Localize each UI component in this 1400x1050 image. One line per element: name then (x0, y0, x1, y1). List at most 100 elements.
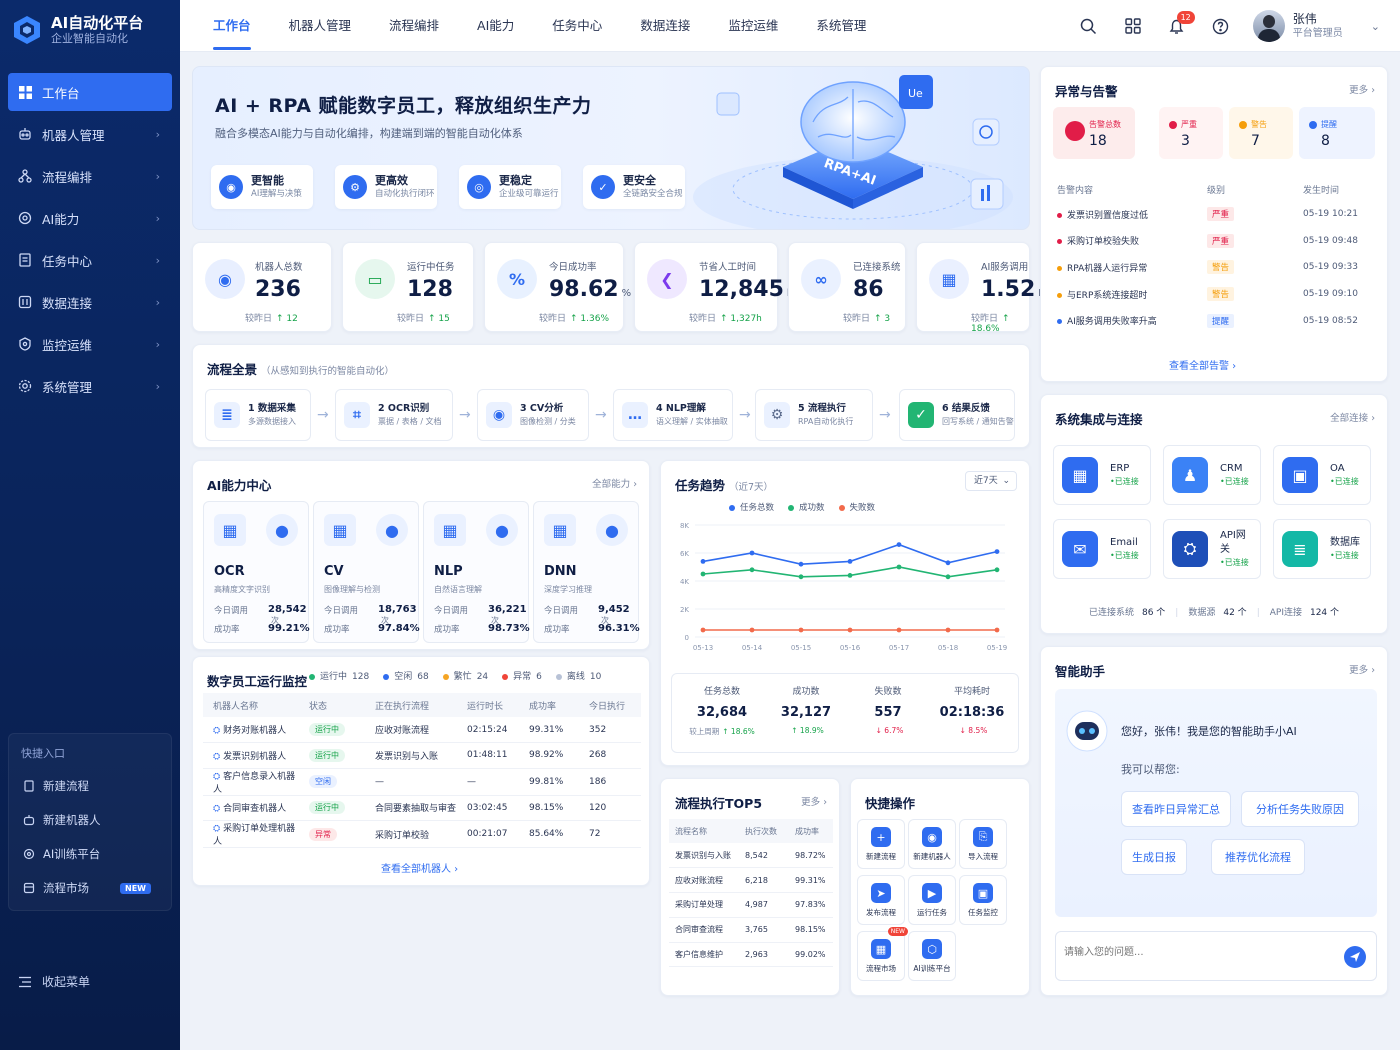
chip-recommend-optimization[interactable]: 推荐优化流程 (1211, 839, 1305, 875)
flow-step[interactable]: ✓ 6 结果反馈 回写系统 / 通知告警 (899, 389, 1015, 441)
help-icon[interactable] (1211, 16, 1231, 36)
legend-label: 运行中 (320, 672, 348, 682)
quick-op-4[interactable]: ▶ 运行任务 (908, 875, 956, 925)
trend-note: （近7天） (729, 482, 774, 493)
quick-op-3[interactable]: ➤ 发布流程 (857, 875, 905, 925)
sidebar-item-tasks[interactable]: 任务中心 › (8, 241, 172, 279)
tab-data[interactable]: 数据连接 (640, 0, 690, 52)
user-role: 平台管理员 (1292, 27, 1343, 39)
system-name: 数据库 (1330, 537, 1360, 548)
chip-yesterday-anomalies[interactable]: 查看昨日异常汇总 (1121, 791, 1231, 827)
table-row[interactable]: 合同审查流程 3,765 98.15% (669, 917, 833, 943)
alert-box[interactable]: 严重 3 (1159, 107, 1223, 159)
send-button[interactable] (1344, 946, 1366, 968)
chip-generate-report[interactable]: 生成日报 (1121, 839, 1187, 875)
alert-time: 05-19 09:10 (1303, 289, 1358, 300)
flow-step-desc: 回写系统 / 通知告警 (942, 417, 1014, 426)
tab-robots[interactable]: 机器人管理 (289, 0, 352, 52)
alert-box[interactable]: 警告 7 (1229, 107, 1293, 159)
alert-box[interactable]: 提醒 8 (1299, 107, 1375, 159)
system-oa[interactable]: ▣ OA •已连接 (1273, 445, 1371, 505)
tab-workflow[interactable]: 流程编排 (389, 0, 439, 52)
alert-row[interactable]: 采购订单校验失败 严重 05-19 09:48 (1051, 228, 1379, 255)
robot-avatar-icon (1066, 710, 1108, 752)
flow-step[interactable]: ◉ 3 CV分析 图像检测 / 分类 (477, 389, 589, 441)
flow-step[interactable]: ⌗ 2 OCR识别 票据 / 表格 / 文档 (335, 389, 453, 441)
system-crm[interactable]: ♟ CRM •已连接 (1163, 445, 1261, 505)
sidebar-item-robots[interactable]: 机器人管理 › (8, 115, 172, 153)
table-row[interactable]: ⛭ 财务对账机器人 运行中 应收对账流程 02:15:24 99.31% 352 (203, 717, 641, 744)
quick-new-workflow[interactable]: 新建流程 (9, 769, 171, 803)
system-email[interactable]: ✉ Email •已连接 (1053, 519, 1151, 579)
legend-item: 异常 6 (502, 669, 542, 682)
tab-monitor[interactable]: 监控运维 (728, 0, 778, 52)
quick-op-2[interactable]: ⎘ 导入流程 (959, 819, 1007, 869)
system-erp[interactable]: ▦ ERP •已连接 (1053, 445, 1151, 505)
table-row[interactable]: 客户信息维护 2,963 99.02% (669, 942, 833, 968)
table-row[interactable]: 发票识别与入账 8,542 98.72% (669, 843, 833, 869)
ai-capability-ocr[interactable]: ▦ ● OCR 高精度文字识别 今日调用 28,542次 成功率 99.21% (203, 501, 310, 643)
quick-op-0[interactable]: + 新建流程 (857, 819, 905, 869)
alert-row[interactable]: 发票识别置信度过低 严重 05-19 10:21 (1051, 201, 1379, 228)
scan-icon: ⌗ (344, 402, 370, 428)
robot-monitor-card: 数字员工运行监控 运行中 128 空闲 68 繁忙 24 异常 6 离线 10 机器人名称 状态 正在… (192, 656, 650, 886)
range-select[interactable]: 近7天 ⌄ (965, 471, 1017, 491)
user-menu[interactable]: 张伟 平台管理员 ⌄ (1252, 10, 1380, 42)
table-row[interactable]: 应收对账流程 6,218 99.31% (669, 867, 833, 894)
flow-step[interactable]: ≣ 1 数据采集 多源数据接入 (205, 389, 311, 441)
ai-calls-label: 今日调用 (434, 606, 469, 616)
tab-workbench[interactable]: 工作台 (213, 0, 251, 52)
table-row[interactable]: ⛭ 采购订单处理机器人 异常 采购订单校验 00:21:07 85.64% 72 (203, 820, 641, 849)
top5-more-link[interactable]: 更多 › (801, 794, 827, 808)
system-api网关[interactable]: ⛭ API网关 •已连接 (1163, 519, 1261, 579)
ai-capability-nlp[interactable]: ▦ ● NLP 自然语言理解 今日调用 36,221次 成功率 98.73% (423, 501, 530, 643)
view-all-robots-link[interactable]: 查看全部机器人 › (381, 860, 458, 875)
table-row[interactable]: ⛭ 合同审查机器人 运行中 合同要素抽取与审查 03:02:45 98.15% 120 (203, 795, 641, 822)
ai-calls-number: 9,452 (598, 604, 630, 615)
tab-tasks[interactable]: 任务中心 (552, 0, 602, 52)
integration-more-link[interactable]: 全部连接 › (1330, 410, 1375, 424)
view-all-alerts-link[interactable]: 查看全部告警 › (1169, 357, 1236, 372)
sidebar-item-workbench[interactable]: 工作台 (8, 73, 172, 111)
data-point (798, 574, 804, 580)
sidebar-item-workflow[interactable]: 流程编排 › (8, 157, 172, 195)
system-数据库[interactable]: ≣ 数据库 •已连接 (1273, 519, 1371, 579)
alert-row[interactable]: 与ERP系统连接超时 警告 05-19 09:10 (1051, 281, 1379, 308)
collapse-menu-button[interactable]: 收起菜单 (18, 973, 90, 990)
quick-workflow-market[interactable]: 流程市场 NEW (9, 871, 171, 905)
ai-more-link[interactable]: 全部能力 › (592, 476, 637, 490)
quick-ai-training[interactable]: AI训练平台 (9, 837, 171, 871)
sidebar-item-data[interactable]: 数据连接 › (8, 283, 172, 321)
trend-summary: 任务总数 32,684 较上周期 ↑ 18.6% 成功数 32,127 ↑ 18.9% 失败数… (671, 673, 1019, 753)
brand[interactable]: AI自动化平台 企业智能自动化 (0, 0, 180, 60)
quick-op-5[interactable]: ▣ 任务监控 (959, 875, 1007, 925)
sidebar-item-ai[interactable]: AI能力 › (8, 199, 172, 237)
quick-op-7[interactable]: ⬡ AI训练平台 (908, 931, 956, 981)
task-trend-card: 任务趋势 （近7天） 近7天 ⌄ 任务总数 成功数 失败数 0 2K 4K 6K 8K 05-13… (660, 460, 1030, 766)
tab-ai[interactable]: AI能力 (477, 0, 514, 52)
assistant-input[interactable] (1064, 942, 1324, 962)
quick-op-1[interactable]: ◉ 新建机器人 (908, 819, 956, 869)
table-row[interactable]: 采购订单处理 4,987 97.83% (669, 892, 833, 918)
quick-new-robot[interactable]: 新建机器人 (9, 803, 171, 837)
alert-box[interactable]: 告警总数 18 (1053, 107, 1135, 159)
ai-capability-dnn[interactable]: ▦ ● DNN 深度学习推理 今日调用 9,452次 成功率 96.31% (533, 501, 640, 643)
sidebar-item-monitor[interactable]: 监控运维 › (8, 325, 172, 363)
alert-row[interactable]: RPA机器人运行异常 警告 05-19 09:33 (1051, 254, 1379, 281)
alert-row[interactable]: AI服务调用失败率升高 提醒 05-19 08:52 (1051, 307, 1379, 334)
table-row[interactable]: ⛭ 发票识别机器人 运行中 发票识别与入账 01:48:11 98.92% 268 (203, 742, 641, 769)
quick-op-6[interactable]: ▦ 流程市场 NEW (857, 927, 908, 981)
table-row[interactable]: ⛭ 客户信息录入机器人 空闲 — —99.81% 186 (203, 768, 641, 796)
sidebar-item-system[interactable]: 系统管理 › (8, 367, 172, 405)
apps-grid-icon[interactable] (1123, 16, 1143, 36)
search-icon[interactable] (1079, 16, 1099, 36)
alerts-more-link[interactable]: 更多 › (1349, 82, 1375, 96)
bell-icon[interactable]: 12 (1167, 11, 1195, 36)
system-name: ERP (1110, 463, 1130, 474)
assistant-more-link[interactable]: 更多 › (1349, 662, 1375, 676)
chip-analyze-failures[interactable]: 分析任务失败原因 (1241, 791, 1359, 827)
ai-capability-cv[interactable]: ▦ ● CV 图像理解与检测 今日调用 18,763次 成功率 97.84% (313, 501, 420, 643)
tab-system[interactable]: 系统管理 (816, 0, 866, 52)
flow-step[interactable]: … 4 NLP理解 语义理解 / 实体抽取 (613, 389, 733, 441)
flow-step[interactable]: ⚙ 5 流程执行 RPA自动化执行 (755, 389, 873, 441)
